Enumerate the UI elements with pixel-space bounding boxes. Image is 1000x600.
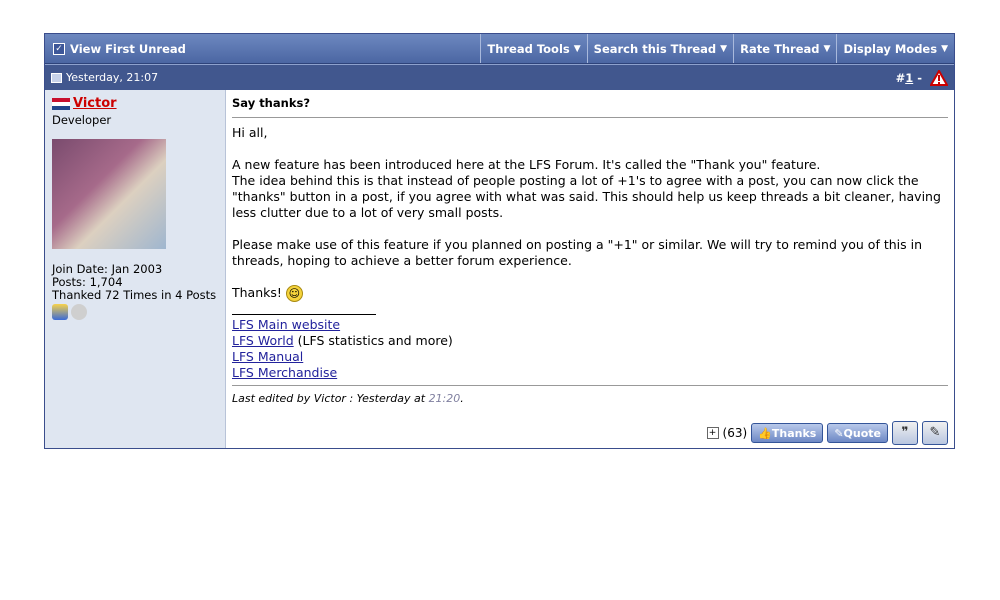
user-title: Developer [52,113,112,127]
thumbs-up-icon: 👍 [758,426,772,440]
edited-suffix: . [460,392,464,405]
chevron-down-icon: ▼ [941,43,948,54]
chevron-down-icon: ▼ [573,43,581,54]
lfs-manual-link[interactable]: LFS Manual [232,349,303,364]
lfs-merchandise-link[interactable]: LFS Merchandise [232,365,337,380]
chevron-down-icon: ▼ [720,43,728,54]
message-paragraph: Please make use of this feature if you p… [232,237,922,268]
post-title: Say thanks? [232,96,948,118]
thanks-label: Thanks [771,426,817,440]
message-paragraph: The idea behind this is that instead of … [232,173,941,220]
username-link[interactable]: Victor [73,96,117,111]
message-greeting: Hi all, [232,125,268,140]
post-number-suffix: - [913,70,922,85]
quote-edit-icon: ✎ [834,426,844,440]
display-modes-menu[interactable]: Display Modes ▼ [836,34,954,63]
user-stats: Join Date: Jan 2003 Posts: 1,704 Thanked… [52,263,225,302]
thanks-button[interactable]: 👍 Thanks [751,423,824,443]
search-thread-label: Search this Thread [593,41,717,56]
offline-status-icon [71,304,87,320]
checkbox-icon: ✓ [53,42,65,55]
post-icon [51,72,62,83]
post-actions: + (63) 👍 Thanks ✎ Quote ❞ ✎ [232,421,948,445]
quote-button[interactable]: ✎ Quote [827,423,888,443]
view-first-unread-link[interactable]: ✓ View First Unread [45,34,480,63]
search-thread-menu[interactable]: Search this Thread ▼ [586,34,733,63]
message-closing: Thanks! ☺ [232,285,948,302]
quick-reply-button[interactable]: ✎ [922,421,948,445]
multi-quote-button[interactable]: ❞ [892,421,918,445]
expand-thanks-icon[interactable]: + [706,427,719,439]
report-post-icon[interactable] [930,69,948,86]
lfs-main-website-link[interactable]: LFS Main website [232,317,340,332]
rate-thread-menu[interactable]: Rate Thread ▼ [733,34,836,63]
rate-thread-label: Rate Thread [740,41,820,56]
post-header: Yesterday, 21:07 #1 - [45,64,954,90]
netherlands-flag-icon [52,97,70,110]
closing-text: Thanks! [232,285,282,300]
edited-time: 21:20 [428,392,461,405]
post-body: Victor Developer Join Date: Jan 2003 Pos… [45,90,954,448]
thread-toolbar: ✓ View First Unread Thread Tools ▼ Search… [45,34,954,64]
thread-container: ✓ View First Unread Thread Tools ▼ Search… [44,33,955,449]
view-first-unread-label: View First Unread [70,41,186,56]
user-group-icon [52,304,68,320]
lfs-world-note: (LFS statistics and more) [293,333,453,348]
post-content: Say thanks? Hi all, A new feature has be… [226,90,954,448]
avatar[interactable] [52,139,166,249]
last-edited-note: Last edited by Victor : Yesterday at 21:… [232,385,948,405]
post-number: #1 - [896,71,922,85]
display-modes-label: Display Modes [843,41,938,56]
lfs-world-link[interactable]: LFS World [232,333,294,348]
post-date: Yesterday, 21:07 [66,71,159,84]
user-info: Victor Developer Join Date: Jan 2003 Pos… [45,90,226,448]
smile-icon: ☺ [285,285,303,302]
chevron-down-icon: ▼ [823,43,831,54]
thanks-count: (63) [722,426,748,440]
post-number-prefix: # [895,70,906,85]
edited-prefix: Last edited by Victor : Yesterday at [232,392,429,405]
signature-divider [232,314,376,315]
thread-tools-label: Thread Tools [487,41,570,56]
quote-label: Quote [843,426,881,440]
signature: LFS Main website LFS World (LFS statisti… [232,317,948,381]
thread-tools-menu[interactable]: Thread Tools ▼ [480,34,586,63]
post-message: Hi all, A new feature has been introduce… [232,125,948,381]
thanked-count: Thanked 72 Times in 4 Posts [52,288,217,302]
message-paragraph: A new feature has been introduced here a… [232,157,821,172]
user-badges [52,304,225,320]
